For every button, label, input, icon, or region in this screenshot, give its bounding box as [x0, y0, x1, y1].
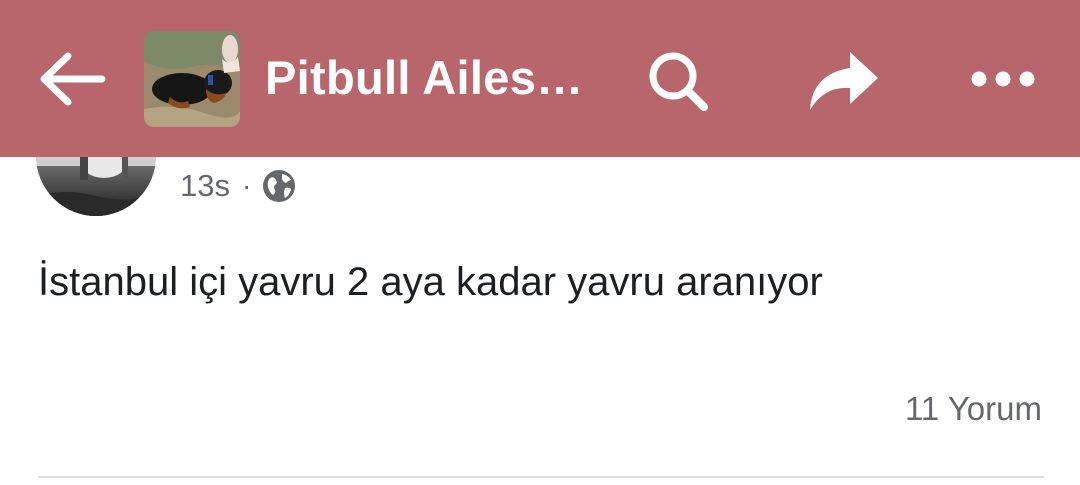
- share-icon[interactable]: [806, 48, 882, 114]
- screen: 13s · İstanbul içi yavru 2 aya kadar yav…: [0, 0, 1080, 485]
- post-time[interactable]: 13s: [180, 168, 230, 204]
- app-header: Pitbull Ailes…: [0, 0, 1080, 157]
- post-text: İstanbul içi yavru 2 aya kadar yavru ara…: [38, 260, 823, 304]
- globe-icon: [263, 170, 296, 202]
- comments-count-link[interactable]: 11 Yorum: [905, 390, 1042, 428]
- group-avatar[interactable]: [144, 31, 240, 127]
- group-title[interactable]: Pitbull Ailes…: [265, 50, 583, 105]
- divider: [38, 476, 1044, 478]
- more-icon[interactable]: [968, 66, 1038, 92]
- back-arrow-icon[interactable]: [36, 48, 106, 110]
- post-meta: 13s ·: [180, 166, 297, 206]
- search-icon[interactable]: [645, 48, 711, 114]
- meta-separator: ·: [241, 170, 252, 201]
